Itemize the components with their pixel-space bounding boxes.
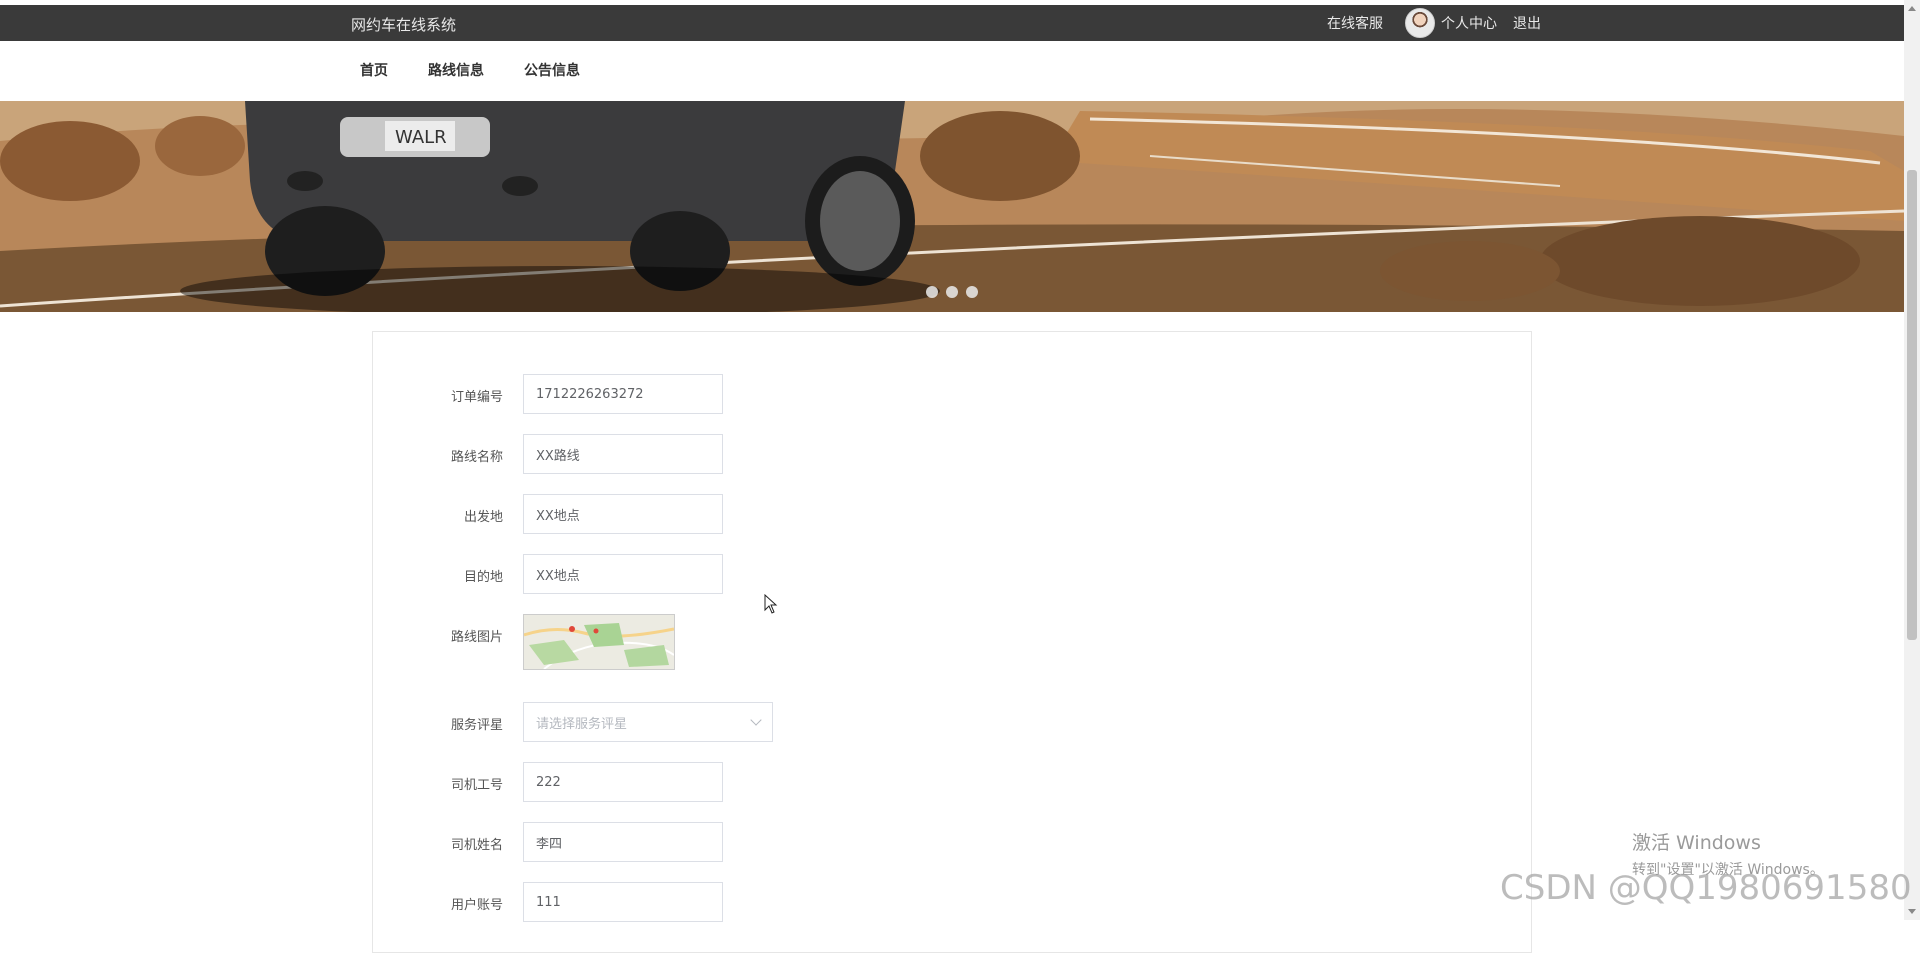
csdn-watermark: CSDN @QQ1980691580: [1500, 868, 1912, 908]
destination-input[interactable]: XX地点: [523, 554, 723, 594]
destination-label: 目的地: [463, 570, 503, 585]
departure-label: 出发地: [463, 510, 503, 525]
order-no-input[interactable]: 1712226263272: [523, 374, 723, 414]
departure-input[interactable]: XX地点: [523, 494, 723, 534]
route-image-label: 路线图片: [450, 630, 503, 645]
mouse-cursor-icon: [764, 594, 778, 614]
nav-item-home[interactable]: 首页: [360, 60, 388, 80]
user-account-input[interactable]: 111: [523, 882, 723, 922]
map-thumbnail-graphic: [524, 615, 674, 669]
logout-link[interactable]: 退出: [1513, 13, 1541, 33]
banner-carousel: WALR: [0, 101, 1904, 312]
service-rating-select[interactable]: 请选择服务评星: [523, 702, 773, 742]
driver-id-input[interactable]: 222: [523, 762, 723, 802]
route-map-image[interactable]: [523, 614, 675, 670]
svg-text:WALR: WALR: [395, 127, 447, 148]
nav-item-routes[interactable]: 路线信息: [428, 60, 484, 80]
scroll-down-icon[interactable]: [1908, 909, 1916, 914]
carousel-indicators: [926, 286, 978, 298]
top-right-links: 在线客服 个人中心 退出: [1327, 5, 1541, 41]
driver-name-label: 司机姓名: [450, 838, 503, 853]
order-no-label: 订单编号: [450, 390, 503, 405]
driver-id-label: 司机工号: [450, 778, 503, 793]
route-name-label: 路线名称: [450, 450, 503, 465]
top-bar: 网约车在线系统 在线客服 个人中心 退出: [0, 5, 1904, 41]
activate-title: 激活 Windows: [1632, 832, 1761, 854]
service-rating-label: 服务评星: [450, 718, 503, 733]
avatar[interactable]: [1405, 8, 1435, 38]
route-name-input[interactable]: XX路线: [523, 434, 723, 474]
nav-item-notices[interactable]: 公告信息: [524, 60, 580, 80]
scrollbar-thumb[interactable]: [1907, 170, 1917, 640]
banner-image: WALR: [0, 101, 1904, 312]
carousel-dot-1[interactable]: [926, 286, 938, 298]
user-account-label: 用户账号: [450, 898, 503, 913]
chevron-down-icon: [750, 714, 762, 726]
driver-name-input[interactable]: 李四: [523, 822, 723, 862]
service-rating-placeholder: 请选择服务评星: [536, 716, 628, 732]
main-nav: 首页 路线信息 公告信息: [0, 41, 1904, 102]
vertical-scrollbar[interactable]: [1904, 0, 1920, 920]
online-service-link[interactable]: 在线客服: [1327, 13, 1383, 33]
order-detail-form: 订单编号 1712226263272 路线名称 XX路线 出发地 XX地点 目的…: [372, 331, 1532, 953]
app-title: 网约车在线系统: [351, 16, 457, 34]
carousel-dot-2[interactable]: [946, 286, 958, 298]
profile-link[interactable]: 个人中心: [1441, 13, 1497, 33]
scroll-up-icon[interactable]: [1908, 6, 1916, 11]
carousel-dot-3[interactable]: [966, 286, 978, 298]
